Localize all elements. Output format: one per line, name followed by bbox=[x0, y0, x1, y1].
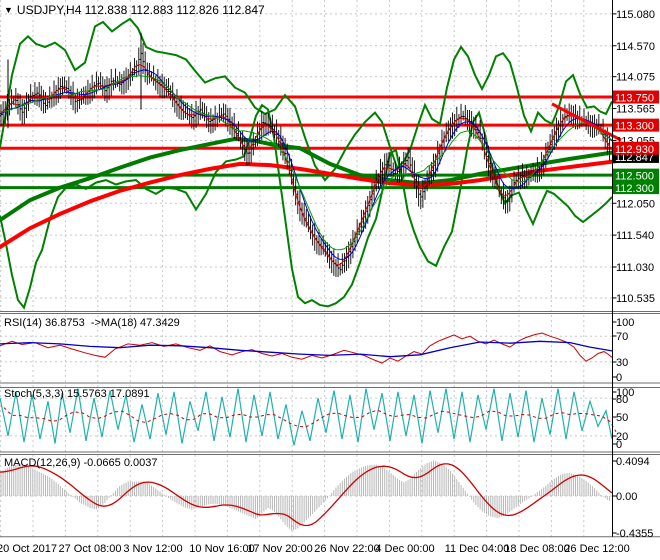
indicator-level-lines bbox=[0, 336, 612, 496]
resistance-badge-113.300-label: 113.300 bbox=[615, 121, 654, 133]
chart-header: ▼ USDJPY,H4 112.838 112.883 112.826 112.8… bbox=[4, 3, 265, 17]
macd-panel bbox=[0, 460, 612, 530]
time-axis-label: 18 Dec 08:00 bbox=[504, 543, 569, 555]
price-tick-label: 115.080 bbox=[616, 9, 655, 21]
resistance-badge-113.750-label: 113.750 bbox=[615, 93, 654, 105]
chart-dropdown-icon[interactable]: ▼ bbox=[4, 5, 13, 15]
rsi-axis-label: 100 bbox=[616, 317, 634, 329]
price-tick-label: 114.075 bbox=[616, 72, 655, 84]
stoch-axis-label: 50 bbox=[616, 412, 628, 424]
time-axis-label: 10 Nov 16:00 bbox=[189, 543, 254, 555]
price-tick-label: 113.565 bbox=[616, 104, 655, 116]
time-axis-label: 27 Oct 08:00 bbox=[59, 543, 122, 555]
time-axis-label: 4 Dec 00:00 bbox=[375, 543, 434, 555]
macd-axis-label: -0.4355 bbox=[616, 528, 653, 540]
rsi-axis-label: 0 bbox=[616, 372, 622, 384]
price-tick-label: 111.540 bbox=[616, 230, 654, 242]
trading-chart-window: 115.080114.570114.075113.565113.055112.0… bbox=[0, 0, 660, 560]
time-axis-label: 20 Oct 2017 bbox=[0, 543, 57, 555]
support-badge-112.300-label: 112.300 bbox=[615, 183, 654, 195]
macd-indicator-label: MACD(12,26,9) -0.0665 0.0037 bbox=[4, 457, 157, 469]
macd-axis-label: 0.00 bbox=[616, 491, 637, 503]
support-badge-112.500-label: 112.500 bbox=[615, 171, 654, 183]
chart-canvas[interactable]: 115.080114.570114.075113.565113.055112.0… bbox=[0, 0, 660, 560]
price-tick-label: 114.570 bbox=[616, 41, 655, 53]
rsi-axis-label: 70 bbox=[616, 331, 628, 343]
stoch-indicator-label: Stoch(5,3,3) 15.5763 17.0891 bbox=[4, 388, 150, 400]
time-axis: 20 Oct 201727 Oct 08:003 Nov 12:00 10 Nov… bbox=[0, 543, 630, 555]
header-ohlc-values: 112.838 112.883 112.826 112.847 bbox=[85, 3, 265, 17]
symbol-period-label: USDJPY,H4 bbox=[17, 3, 81, 17]
price-tick-label: 112.050 bbox=[616, 198, 655, 210]
rsi-indicator-label: RSI(14) 36.8753 ->MA(18) 47.3429 bbox=[4, 317, 180, 329]
time-axis-label: 26 Dec 12:00 bbox=[564, 543, 629, 555]
time-axis-label: 17 Nov 20:00 bbox=[247, 543, 312, 555]
price-tick-label: 110.535 bbox=[616, 293, 655, 305]
rsi-panel bbox=[0, 333, 612, 363]
time-axis-label: 3 Nov 12:00 bbox=[123, 543, 182, 555]
stoch-axis-label: 80 bbox=[616, 394, 628, 406]
macd-axis-label: 0.4094 bbox=[616, 456, 650, 468]
time-axis-label: 11 Dec 04:00 bbox=[445, 543, 510, 555]
indicator-axes: 1007030010080502000.40940.00-0.4355 bbox=[613, 317, 654, 540]
stoch-axis-label: 0 bbox=[616, 439, 622, 451]
rsi-axis-label: 30 bbox=[616, 357, 628, 369]
resistance-badge-112.930-label: 112.930 bbox=[615, 144, 654, 156]
price-tick-label: 111.030 bbox=[616, 262, 654, 274]
time-axis-label: 26 Nov 22:00 bbox=[314, 543, 379, 555]
